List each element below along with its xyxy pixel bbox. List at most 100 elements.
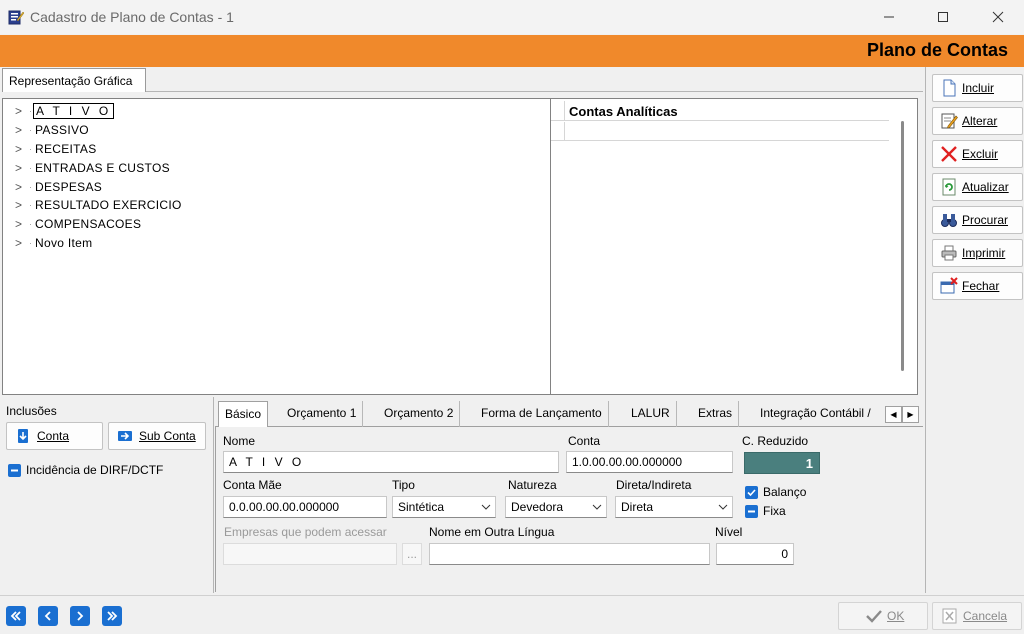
conta-button[interactable]: Conta xyxy=(6,422,103,450)
ok-button[interactable]: OK xyxy=(838,602,928,630)
cancel-icon xyxy=(941,608,959,624)
balanco-checkbox-row[interactable]: Balanço xyxy=(745,485,806,499)
tab-forma-de-lancamento[interactable]: Forma de Lançamento xyxy=(475,401,609,427)
edit-document-icon xyxy=(8,9,25,25)
previous-record-button[interactable] xyxy=(38,606,58,626)
tab-extras[interactable]: Extras xyxy=(692,401,740,427)
chevron-right-icon[interactable]: > xyxy=(15,198,29,212)
balanco-checkbox[interactable] xyxy=(745,485,758,499)
tree-item-label: ENTRADAS E CUSTOS xyxy=(35,161,170,175)
last-record-button[interactable] xyxy=(102,606,122,626)
fixa-checkbox[interactable] xyxy=(745,504,758,518)
tab-representacao-grafica[interactable]: Representação Gráfica xyxy=(2,68,146,92)
minimize-button[interactable] xyxy=(866,0,912,34)
divider xyxy=(146,91,923,92)
contas-analiticas-grid[interactable]: Contas Analíticas xyxy=(551,98,918,395)
chevron-left-icon xyxy=(44,611,51,621)
direta-indireta-label: Direta/Indireta xyxy=(616,478,692,492)
tree-item-label: COMPENSACOES xyxy=(35,217,142,231)
window-title: Cadastro de Plano de Contas - 1 xyxy=(30,9,234,25)
reduzido-field[interactable]: 1 xyxy=(744,452,820,474)
outra-lingua-label: Nome em Outra Língua xyxy=(429,525,555,539)
empresas-label: Empresas que podem acessar xyxy=(224,525,387,539)
reduzido-label: C. Reduzido xyxy=(742,434,809,448)
tree-item[interactable]: > · Novo Item xyxy=(15,234,94,252)
tree-item[interactable]: > · ENTRADAS E CUSTOS xyxy=(15,159,172,177)
add-conta-icon xyxy=(15,428,31,444)
alterar-button[interactable]: Alterar xyxy=(932,107,1023,135)
tab-basico[interactable]: Básico xyxy=(218,401,269,428)
chevron-right-icon[interactable]: > xyxy=(15,104,29,118)
fechar-button[interactable]: Fechar xyxy=(932,272,1023,300)
tab-integracao-contabil[interactable]: Integração Contábil / xyxy=(754,401,884,427)
close-icon xyxy=(992,11,1004,23)
natureza-select[interactable]: Devedora xyxy=(505,496,607,518)
refresh-icon xyxy=(939,178,959,196)
close-window-button[interactable] xyxy=(975,0,1021,34)
grid-header-row: Contas Analíticas xyxy=(551,101,889,121)
bottom-bar: OK Cancela xyxy=(0,595,1024,634)
nivel-field[interactable]: 0 xyxy=(716,543,794,565)
binoculars-icon xyxy=(939,211,959,229)
tree-item-label: RESULTADO EXERCICIO xyxy=(35,198,182,212)
tree-item-label: Novo Item xyxy=(35,236,93,250)
dirf-checkbox-row[interactable]: Incidência de DIRF/DCTF xyxy=(8,463,163,477)
new-document-icon xyxy=(939,79,959,97)
add-subconta-icon xyxy=(117,428,133,444)
chevron-right-icon xyxy=(77,611,84,621)
tree-item[interactable]: > · RECEITAS xyxy=(15,140,99,158)
header-banner: Plano de Contas xyxy=(0,35,1024,67)
chevron-right-icon[interactable]: > xyxy=(15,142,29,156)
chevron-right-icon[interactable]: > xyxy=(15,180,29,194)
inclusoes-panel: Inclusões Conta Sub Conta Incidência de … xyxy=(0,397,213,592)
tree-item[interactable]: > · RESULTADO EXERCICIO xyxy=(15,196,184,214)
excluir-button[interactable]: Excluir xyxy=(932,140,1023,168)
outra-lingua-field[interactable] xyxy=(429,543,710,565)
chevron-right-icon[interactable]: > xyxy=(15,161,29,175)
dirf-checkbox[interactable] xyxy=(8,463,21,477)
tipo-select[interactable]: Sintética xyxy=(392,496,496,518)
tree-item[interactable]: > · PASSIVO xyxy=(15,121,91,139)
incluir-button[interactable]: Incluir xyxy=(932,74,1023,102)
chevron-down-icon xyxy=(718,504,728,510)
tab-scroll-right-button[interactable]: ▶ xyxy=(902,406,919,423)
nome-field[interactable]: A T I V O xyxy=(223,451,559,473)
cancela-button[interactable]: Cancela xyxy=(932,602,1022,630)
fixa-checkbox-row[interactable]: Fixa xyxy=(745,504,786,518)
tab-orcamento-1[interactable]: Orçamento 1 xyxy=(281,401,364,427)
tree-item[interactable]: > · DESPESAS xyxy=(15,178,104,196)
conta-mae-field[interactable]: 0.0.00.00.00.000000 xyxy=(223,496,387,518)
chevron-down-icon xyxy=(592,504,602,510)
tab-lalur[interactable]: LALUR xyxy=(625,401,677,427)
maximize-button[interactable] xyxy=(920,0,966,34)
chevron-right-icon[interactable]: > xyxy=(15,123,29,137)
page-title: Plano de Contas xyxy=(866,40,1008,60)
chevron-right-icon[interactable]: > xyxy=(15,217,29,231)
conta-field[interactable]: 1.0.00.00.00.000000 xyxy=(566,451,733,473)
divider xyxy=(213,397,214,593)
atualizar-button[interactable]: Atualizar xyxy=(932,173,1023,201)
conta-label: Conta xyxy=(568,434,601,448)
first-record-button[interactable] xyxy=(6,606,26,626)
sub-conta-button[interactable]: Sub Conta xyxy=(108,422,206,450)
tree-item[interactable]: > · COMPENSACOES xyxy=(15,215,143,233)
column-header-contas-analiticas[interactable]: Contas Analíticas xyxy=(569,104,678,119)
procurar-button[interactable]: Procurar xyxy=(932,206,1023,234)
tree-item[interactable]: > · A T I V O xyxy=(15,102,115,120)
tab-scroll-left-button[interactable]: ◀ xyxy=(885,406,902,423)
double-chevron-right-icon xyxy=(107,611,118,621)
basico-tab-content: Nome A T I V O Conta 1.0.00.00.00.000000… xyxy=(215,427,923,592)
account-tree[interactable]: > · A T I V O > · PASSIVO > · RECEITAS > · E… xyxy=(2,98,551,395)
vertical-scrollbar[interactable] xyxy=(901,121,904,371)
empresas-field xyxy=(223,543,397,565)
chevron-right-icon[interactable]: > xyxy=(15,236,29,250)
imprimir-button[interactable]: Imprimir xyxy=(932,239,1023,267)
empresas-browse-button: ... xyxy=(402,543,422,565)
table-row[interactable] xyxy=(551,122,889,141)
maximize-icon xyxy=(938,12,948,22)
tipo-label: Tipo xyxy=(392,478,415,492)
tab-strip: Básico Orçamento 1 Orçamento 2 Forma de … xyxy=(215,401,923,428)
direta-indireta-select[interactable]: Direta xyxy=(615,496,733,518)
tab-orcamento-2[interactable]: Orçamento 2 xyxy=(378,401,461,427)
next-record-button[interactable] xyxy=(70,606,90,626)
